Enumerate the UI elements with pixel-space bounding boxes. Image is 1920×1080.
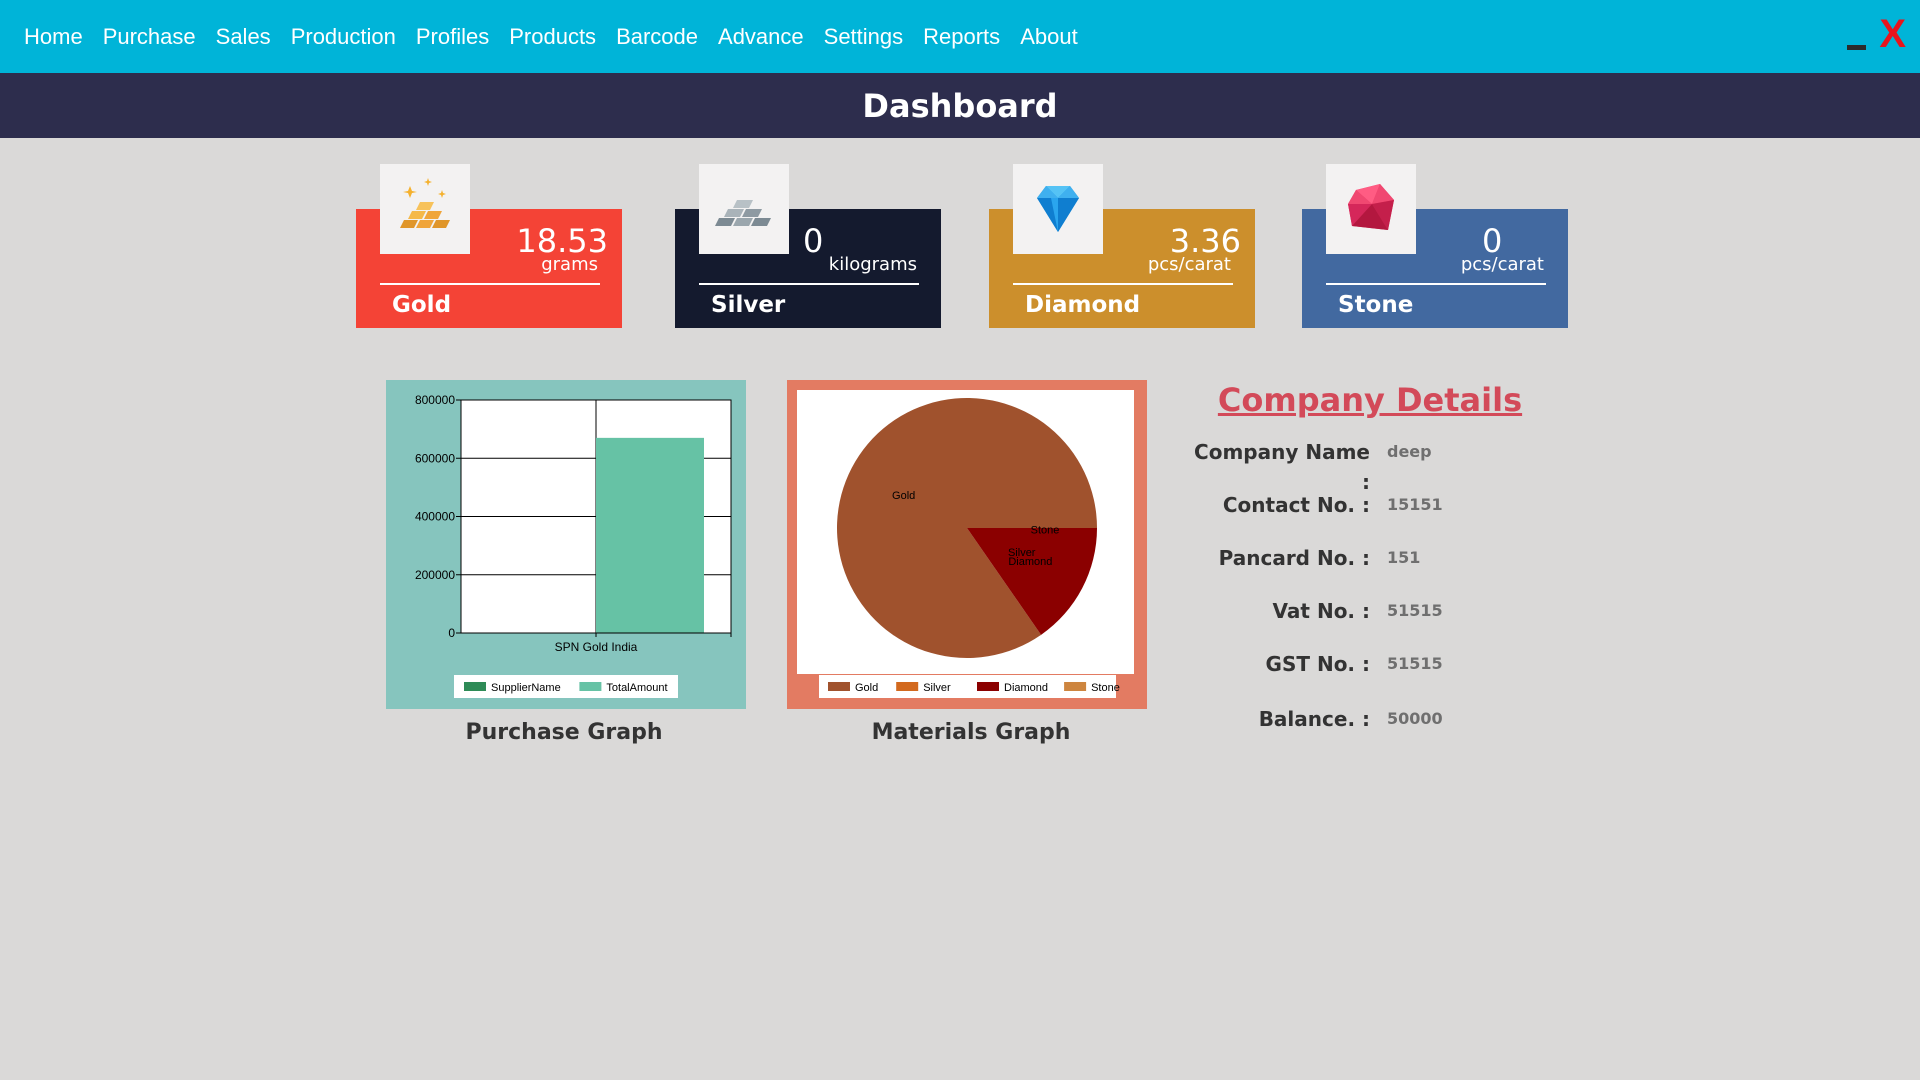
legend-label-gold: Gold xyxy=(855,682,878,694)
divider xyxy=(380,283,600,285)
menu-advance[interactable]: Advance xyxy=(708,24,814,50)
legend-swatch-totalamount xyxy=(579,682,602,691)
menu-home[interactable]: Home xyxy=(14,24,93,50)
contact-no-label: Contact No. : xyxy=(1222,493,1370,517)
gold-unit: grams xyxy=(541,254,598,275)
purchase-bar-chart: 0 200000 400000 600000 800000 SPN Gold India S… xyxy=(415,393,732,698)
legend-label-silver: Silver xyxy=(923,682,951,694)
pancard-no-row: Pancard No. : 151 xyxy=(1180,543,1630,573)
contact-no-row: Contact No. : 15151 xyxy=(1180,490,1630,520)
main-menu: Home Purchase Sales Production Profiles … xyxy=(14,0,1088,73)
pancard-no-value: 151 xyxy=(1387,548,1421,567)
x-tick-label: SPN Gold India xyxy=(555,640,638,654)
menu-products[interactable]: Products xyxy=(499,24,606,50)
legend-label-suppliername: SupplierName xyxy=(491,682,561,694)
legend-swatch-diamond xyxy=(977,682,999,691)
silver-label: Silver xyxy=(711,292,786,318)
bar-totalamount xyxy=(596,437,704,633)
legend-label-diamond: Diamond xyxy=(1004,682,1048,694)
diamond-card: 3.36 pcs/carat Diamond xyxy=(989,164,1255,328)
balance-row: Balance. : 50000 xyxy=(1180,704,1630,734)
gold-card: 18.53 grams Gold xyxy=(356,164,622,328)
pancard-no-label: Pancard No. : xyxy=(1218,546,1370,570)
divider xyxy=(1013,283,1233,285)
menu-production[interactable]: Production xyxy=(281,24,406,50)
legend-swatch-stone xyxy=(1064,682,1087,691)
silver-card: 0 kilograms Silver xyxy=(675,164,941,328)
menu-about[interactable]: About xyxy=(1010,24,1088,50)
balance-value: 50000 xyxy=(1387,709,1443,728)
menu-reports[interactable]: Reports xyxy=(913,24,1010,50)
contact-no-value: 15151 xyxy=(1387,495,1443,514)
company-details-title: Company Details xyxy=(1217,381,1523,419)
company-name-label: Company Name : xyxy=(1194,440,1370,494)
gold-label: Gold xyxy=(392,292,452,318)
page-title: Dashboard xyxy=(0,73,1920,138)
menu-sales[interactable]: Sales xyxy=(206,24,281,50)
stone-card: 0 pcs/carat Stone xyxy=(1302,164,1568,328)
materials-pie-chart: GoldSilverDiamondStoneGold Silver Diamond S… xyxy=(797,390,1134,698)
company-name-row: Company Name : deep xyxy=(1180,437,1630,494)
legend-label-stone: Stone xyxy=(1091,682,1120,694)
divider xyxy=(1326,283,1546,285)
menu-barcode[interactable]: Barcode xyxy=(606,24,708,50)
legend-swatch-suppliername xyxy=(464,682,486,691)
vat-no-value: 51515 xyxy=(1387,601,1443,620)
balance-label: Balance. : xyxy=(1258,707,1370,731)
vat-no-label: Vat No. : xyxy=(1272,599,1370,623)
legend-swatch-gold xyxy=(828,682,850,691)
stone-label: Stone xyxy=(1338,292,1414,318)
y-tick-label: 400000 xyxy=(415,510,455,524)
y-tick-label: 0 xyxy=(448,626,455,640)
gst-no-row: GST No. : 51515 xyxy=(1180,649,1630,679)
gold-bars-icon xyxy=(380,164,470,254)
pie-label-stone: Stone xyxy=(1031,525,1060,537)
stone-unit: pcs/carat xyxy=(1460,254,1544,275)
y-tick-label: 600000 xyxy=(415,451,455,465)
menu-purchase[interactable]: Purchase xyxy=(93,24,206,50)
gst-no-value: 51515 xyxy=(1387,654,1443,673)
materials-graph-caption: Materials Graph xyxy=(871,720,1071,745)
legend-swatch-silver xyxy=(896,682,919,691)
menu-profiles[interactable]: Profiles xyxy=(406,24,499,50)
gemstone-icon xyxy=(1326,164,1416,254)
purchase-graph-caption: Purchase Graph xyxy=(465,720,663,745)
gst-no-label: GST No. : xyxy=(1265,652,1370,676)
diamond-unit: pcs/carat xyxy=(1147,254,1231,275)
materials-graph: Gold Silver Diamond Stone Gold Silver Diamond S… xyxy=(787,380,1147,709)
pie-label-diamond: Diamond xyxy=(1008,556,1052,568)
y-tick-label: 200000 xyxy=(415,568,455,582)
company-name-value: deep xyxy=(1387,442,1432,461)
menu-settings[interactable]: Settings xyxy=(814,24,914,50)
purchase-graph: 0 200000 400000 600000 800000 SPN Gold India S… xyxy=(386,380,746,709)
diamond-label: Diamond xyxy=(1025,292,1141,318)
silver-bars-icon xyxy=(699,164,789,254)
minimize-button[interactable] xyxy=(1847,45,1866,50)
silver-unit: kilograms xyxy=(828,254,917,275)
menu-bar: Home Purchase Sales Production Profiles … xyxy=(0,0,1920,73)
silver-value: 0 xyxy=(803,222,824,260)
vat-no-row: Vat No. : 51515 xyxy=(1180,596,1630,626)
y-tick-label: 800000 xyxy=(415,393,455,407)
diamond-icon xyxy=(1013,164,1103,254)
divider xyxy=(699,283,919,285)
close-button[interactable]: X xyxy=(1879,14,1906,54)
legend-label-totalamount: TotalAmount xyxy=(606,682,667,694)
pie-label-gold: Gold xyxy=(892,490,915,502)
